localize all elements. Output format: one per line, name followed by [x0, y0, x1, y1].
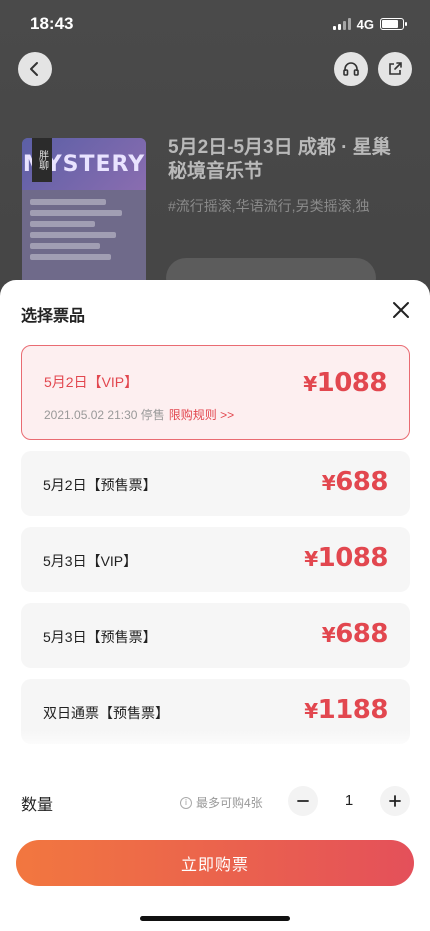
ticket-name: 双日通票【预售票】 — [43, 705, 169, 721]
ticket-price: ¥688 — [321, 619, 389, 649]
poster-tag: 胖聊 — [32, 138, 52, 182]
home-indicator — [140, 916, 290, 921]
status-indicators: 4G — [332, 16, 407, 32]
ticket-price: ¥1188 — [304, 695, 388, 725]
back-button[interactable] — [18, 52, 52, 86]
network-label: 4G — [356, 16, 374, 32]
info-icon: i — [180, 796, 192, 809]
minus-icon — [297, 800, 309, 802]
increment-button[interactable] — [380, 786, 410, 816]
ticket-price: ¥1088 — [303, 368, 387, 398]
list-fade — [0, 730, 430, 752]
quantity-value: 1 — [344, 792, 354, 809]
ticket-name: 5月2日【VIP】 — [44, 374, 139, 390]
sheet-title: 选择票品 — [21, 308, 86, 325]
ticket-list: 5月2日【VIP】 ¥1088 2021.05.02 21:30 停售 限购规则 … — [0, 340, 430, 752]
ticket-option-0[interactable]: 5月2日【VIP】 ¥1088 2021.05.02 21:30 停售 限购规则 … — [21, 345, 410, 440]
ticket-note: 2021.05.02 21:30 停售 限购规则 >> — [44, 408, 235, 422]
ticket-name: 5月2日【预售票】 — [43, 477, 157, 493]
ticket-option-3[interactable]: 5月3日【预售票】 ¥688 — [21, 603, 410, 668]
quantity-limit-text: 最多可购4张 — [196, 796, 263, 810]
status-time: 18:43 — [30, 14, 74, 33]
close-icon[interactable] — [390, 299, 412, 321]
decrement-button[interactable] — [288, 786, 318, 816]
chevron-left-icon — [30, 62, 38, 76]
share-icon — [389, 62, 402, 75]
ticket-name: 5月3日【VIP】 — [43, 553, 138, 569]
quantity-row: 数量 i 最多可购4张 1 — [0, 785, 430, 817]
plus-icon — [389, 795, 401, 807]
signal-icon — [332, 18, 351, 30]
headphones-button[interactable] — [334, 52, 368, 86]
quantity-limit: i 最多可购4张 — [180, 794, 263, 811]
event-title: 5月2日-5月3日 成都 · 星巢秘境音乐节 — [168, 137, 391, 182]
ticket-selection-sheet: 选择票品 5月2日【VIP】 ¥1088 2021.05.02 21:30 停售… — [0, 280, 430, 931]
ticket-name: 5月3日【预售票】 — [43, 629, 157, 645]
status-bar: 18:43 4G — [0, 0, 430, 48]
ticket-price: ¥688 — [321, 467, 389, 497]
quantity-label: 数量 — [21, 797, 54, 814]
ticket-price: ¥1088 — [304, 543, 388, 573]
event-tags: #流行摇滚,华语流行,另类摇滚,独 — [168, 198, 370, 214]
event-poster: MYSTERY 胖聊 — [22, 138, 146, 286]
ticket-option-2[interactable]: 5月3日【VIP】 ¥1088 — [21, 527, 410, 592]
ticket-option-1[interactable]: 5月2日【预售票】 ¥688 — [21, 451, 410, 516]
sheet-header: 选择票品 — [0, 280, 430, 340]
battery-icon — [380, 18, 407, 30]
share-button[interactable] — [378, 52, 412, 86]
headphones-icon — [343, 62, 359, 76]
purchase-rules-link[interactable]: 限购规则 >> — [169, 408, 234, 422]
buy-now-button[interactable]: 立即购票 — [16, 840, 414, 886]
